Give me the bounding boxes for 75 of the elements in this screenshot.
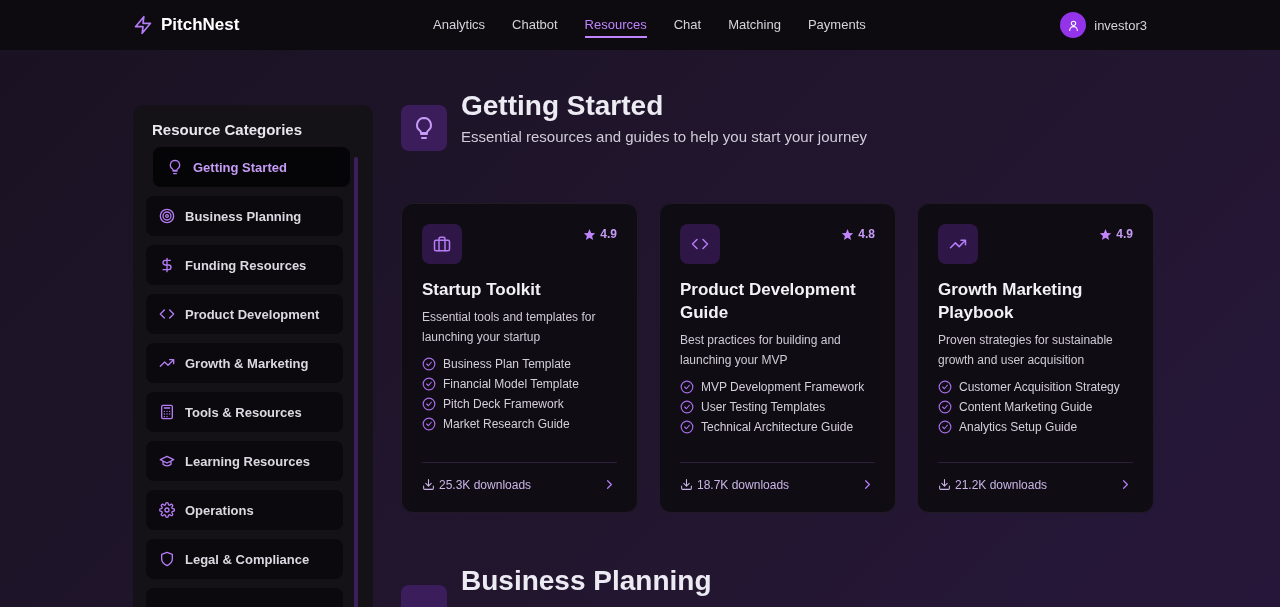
resource-item: Financial Model Template: [443, 377, 579, 391]
rating: 4.9: [600, 227, 617, 241]
download-icon: [422, 478, 435, 491]
card-title: Growth Marketing Playbook: [938, 279, 1084, 324]
resource-item: Technical Architecture Guide: [701, 420, 854, 434]
category-item[interactable]: Operations: [146, 490, 343, 530]
resource-card[interactable]: 4.9 Startup Toolkit Essential tools and templates for launching your startup Business Plan Template Financial Model Template Pitch Deck Framework Market Research Guide 25.3K downloads: [401, 203, 638, 513]
resource-item: Pitch Deck Framework: [443, 397, 564, 411]
brand-name[interactable]: PitchNest: [161, 15, 240, 35]
check-circle-icon: [422, 357, 436, 371]
dollar-icon: [159, 257, 175, 273]
check-circle-icon: [938, 400, 952, 414]
nav-link[interactable]: Resources: [584, 12, 647, 38]
resource-item: Content Marketing Guide: [959, 400, 1093, 414]
graduation-cap-icon: [159, 453, 175, 469]
check-circle-icon: [422, 417, 436, 431]
category-item[interactable]: Legal & Compliance: [146, 539, 343, 579]
section-title: Business Planning: [461, 565, 712, 597]
target-icon: [159, 208, 175, 224]
check-circle-icon: [938, 380, 952, 394]
check-circle-icon: [680, 400, 694, 414]
check-circle-icon: [422, 397, 436, 411]
nav-link[interactable]: Chatbot: [512, 12, 558, 38]
nav-link[interactable]: Chat: [673, 12, 702, 38]
user-icon: [1066, 18, 1080, 32]
nav-link[interactable]: Payments: [807, 12, 866, 38]
download-icon: [938, 478, 951, 491]
star-icon: [841, 227, 855, 241]
resource-item: Business Plan Template: [443, 357, 571, 371]
user-name: investor3: [1094, 17, 1147, 33]
category-item[interactable]: Learning Resources: [146, 441, 343, 481]
resource-item: Market Research Guide: [443, 417, 570, 431]
download-icon: [680, 478, 693, 491]
star-icon: [583, 227, 597, 241]
category-item[interactable]: Tools & Resources: [146, 392, 343, 432]
download-count: 21.2K downloads: [955, 477, 1048, 492]
check-circle-icon: [680, 420, 694, 434]
code-icon: [159, 306, 175, 322]
check-circle-icon: [422, 377, 436, 391]
category-item[interactable]: Growth & Marketing: [146, 343, 343, 383]
scrollbar[interactable]: [354, 157, 358, 607]
avatar[interactable]: [1060, 12, 1087, 38]
lightning-icon: [133, 15, 153, 35]
briefcase-icon: [433, 235, 451, 253]
sidebar-title: Resource Categories: [152, 121, 304, 138]
category-item[interactable]: Funding Resources: [146, 245, 343, 285]
shield-icon: [159, 551, 175, 567]
star-icon: [1099, 227, 1113, 241]
card-title: Startup Toolkit: [422, 279, 542, 301]
resource-item: User Testing Templates: [701, 400, 826, 414]
card-description: Proven strategies for sustainable growth and user acquisition: [938, 332, 1114, 369]
card-title: Product Development Guide: [680, 279, 857, 324]
check-circle-icon: [680, 380, 694, 394]
card-description: Essential tools and templates for launching your startup: [422, 309, 597, 346]
resource-card[interactable]: 4.8 Product Development Guide Best practices for building and launching your MVP MVP Development Framework User Testing Templates Technical Architecture Guide 18.7K downloads: [659, 203, 896, 513]
card-description: Best practices for building and launching your MVP: [680, 332, 842, 369]
rating: 4.8: [858, 227, 875, 241]
resource-item: MVP Development Framework: [701, 380, 865, 394]
lightbulb-icon: [167, 159, 183, 175]
rating: 4.9: [1116, 227, 1133, 241]
resource-item: Customer Acquisition Strategy: [959, 380, 1120, 394]
category-item[interactable]: Business Planning: [146, 196, 343, 236]
section-subtitle: Essential resources and guides to help you start your journey: [461, 127, 868, 145]
nav-link[interactable]: Analytics: [433, 12, 486, 38]
resource-card[interactable]: 4.9 Growth Marketing Playbook Proven strategies for sustainable growth and user acquisition Customer Acquisition Strategy Content Marketing Guide Analytics Setup Guide 21.2K downloads: [917, 203, 1154, 513]
section-title: Getting Started: [461, 89, 665, 122]
category-item[interactable]: Product Development: [146, 294, 343, 334]
resource-item: Analytics Setup Guide: [959, 420, 1078, 434]
category-item[interactable]: Getting Started: [153, 147, 350, 187]
calculator-icon: [159, 404, 175, 420]
download-count: 25.3K downloads: [439, 477, 532, 492]
check-circle-icon: [938, 420, 952, 434]
nav-link[interactable]: Matching: [728, 12, 781, 38]
download-count: 18.7K downloads: [697, 477, 790, 492]
gear-icon: [159, 502, 175, 518]
